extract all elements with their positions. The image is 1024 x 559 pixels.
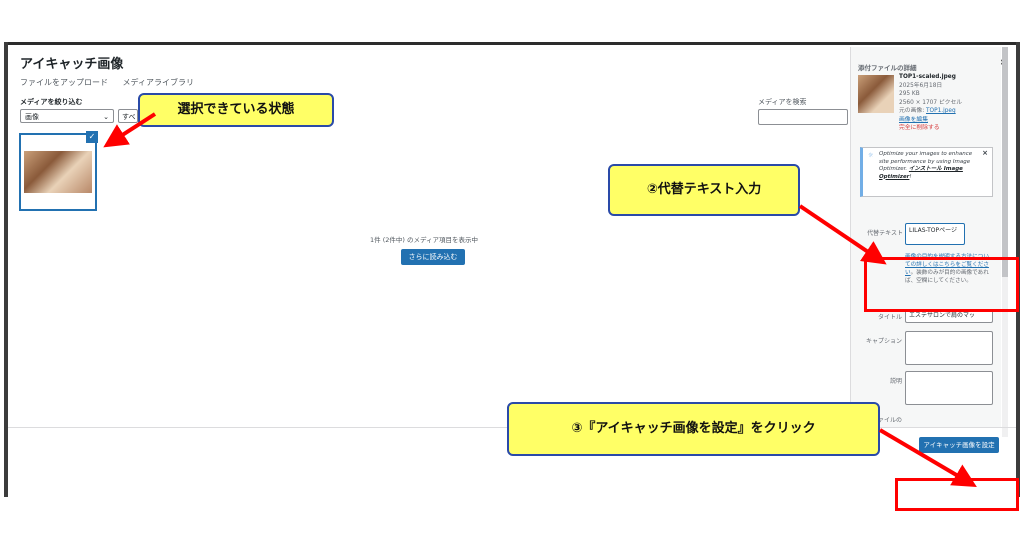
annotation-arrows [103, 112, 977, 488]
arrow-to-thumbnail [103, 112, 157, 148]
arrow-to-set-button [878, 428, 977, 488]
arrow-to-alt-text [798, 204, 887, 265]
